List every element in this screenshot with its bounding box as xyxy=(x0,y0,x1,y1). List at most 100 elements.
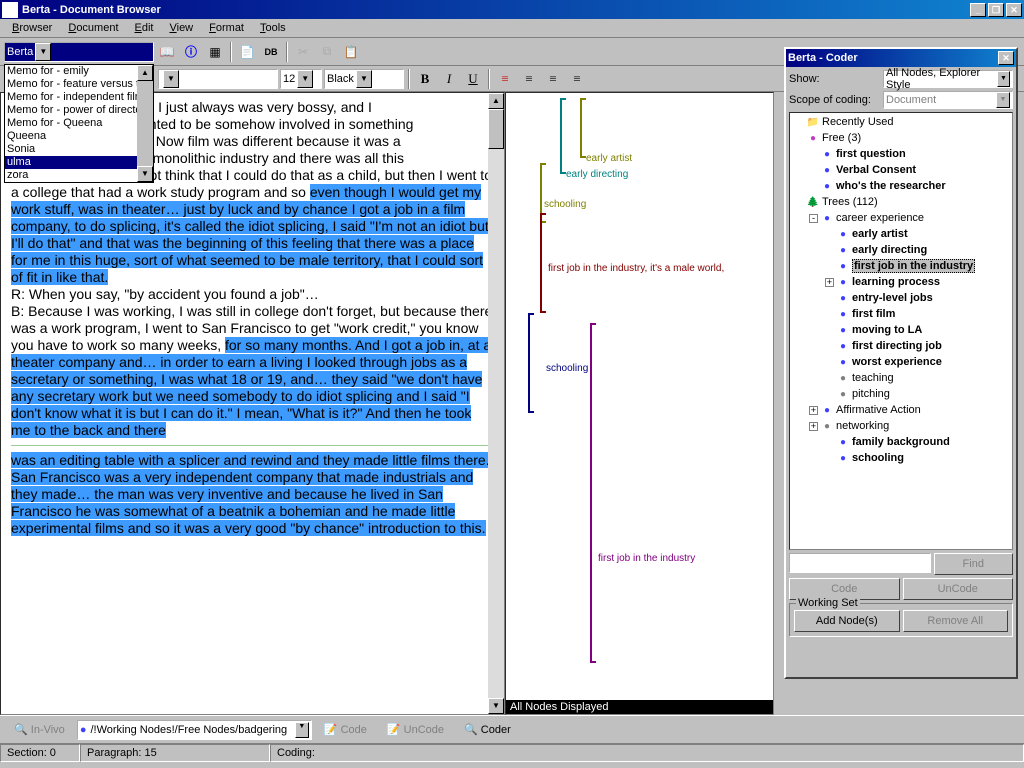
tree-node[interactable]: ●schooling xyxy=(791,450,1011,466)
align-justify-button[interactable]: ≡ xyxy=(566,68,588,90)
dropdown-item[interactable]: Memo for - independent film xyxy=(5,91,153,104)
code-stripe-label[interactable]: first job in the industry xyxy=(598,553,695,564)
font-size-combo[interactable]: 12▼ xyxy=(280,69,322,89)
code-stripe-label[interactable]: first job in the industry, it's a male w… xyxy=(548,263,724,274)
tree-node[interactable]: ●first directing job xyxy=(791,338,1011,354)
show-combo[interactable]: All Nodes, Explorer Style▼ xyxy=(883,70,1013,88)
menu-view[interactable]: View xyxy=(161,20,201,36)
find-button[interactable]: Find xyxy=(934,553,1014,575)
code-stripe-label[interactable]: schooling xyxy=(544,199,586,210)
close-button[interactable]: ✕ xyxy=(1006,3,1022,17)
remove-all-button[interactable]: Remove All xyxy=(903,610,1009,632)
tree-node[interactable]: 📁Recently Used xyxy=(791,114,1011,130)
dropdown-item[interactable]: Memo for - feature versus te xyxy=(5,78,153,91)
dropdown-item[interactable]: Memo for - emily xyxy=(5,65,153,78)
align-left-button[interactable]: ≡ xyxy=(494,68,516,90)
tree-node[interactable]: ●first job in the industry xyxy=(791,258,1011,274)
status-coding: Coding: xyxy=(270,744,1024,762)
tree-node[interactable]: 🌲Trees (112) xyxy=(791,194,1011,210)
info-icon[interactable]: ⓘ xyxy=(180,41,202,63)
font-color-combo[interactable]: Black▼ xyxy=(324,69,404,89)
app-icon xyxy=(2,2,18,18)
tree-node[interactable]: ●Free (3) xyxy=(791,130,1011,146)
dropdown-item[interactable]: Queena xyxy=(5,130,153,143)
bottom-code-button[interactable]: 📝 Code xyxy=(316,721,375,738)
find-input[interactable] xyxy=(789,553,931,573)
italic-button[interactable]: I xyxy=(438,68,460,90)
coder-title: Berta - Coder xyxy=(788,52,998,64)
coder-close-button[interactable]: ✕ xyxy=(998,51,1014,65)
font-combo[interactable]: ▼ xyxy=(158,69,278,89)
show-label: Show: xyxy=(789,73,879,85)
menu-browser[interactable]: Browser xyxy=(4,20,60,36)
tree-node[interactable]: ●family background xyxy=(791,434,1011,450)
tree-node[interactable]: +●learning process xyxy=(791,274,1011,290)
status-section: Section: 0 xyxy=(0,744,80,762)
minimize-button[interactable]: _ xyxy=(970,3,986,17)
menu-document[interactable]: Document xyxy=(60,20,126,36)
menu-format[interactable]: Format xyxy=(201,20,252,36)
color-grid-icon[interactable]: ▦ xyxy=(204,41,226,63)
coding-stripe-pane: early artist early directing schooling firs… xyxy=(505,92,774,715)
bold-button[interactable]: B xyxy=(414,68,436,90)
tree-node[interactable]: -●career experience xyxy=(791,210,1011,226)
bottom-toolbar: 🔍 In-Vivo ● /!Working Nodes!/Free Nodes/… xyxy=(0,715,1024,743)
main-titlebar: Berta - Document Browser _ ❐ ✕ xyxy=(0,0,1024,19)
window-title: Berta - Document Browser xyxy=(22,4,970,16)
dropdown-item[interactable]: zora xyxy=(5,169,153,182)
add-nodes-button[interactable]: Add Node(s) xyxy=(794,610,900,632)
tree-node[interactable]: ●teaching xyxy=(791,370,1011,386)
tree-node[interactable]: ●moving to LA xyxy=(791,322,1011,338)
bottom-uncode-button[interactable]: 📝 UnCode xyxy=(379,721,452,738)
code-stripe-label[interactable]: early directing xyxy=(566,169,628,180)
dropdown-item[interactable]: Memo for - Queena xyxy=(5,117,153,130)
align-right-button[interactable]: ≡ xyxy=(542,68,564,90)
document-pane[interactable]: w, I just always was very bossy, and Ian… xyxy=(0,92,505,715)
tree-node[interactable]: ●first film xyxy=(791,306,1011,322)
underline-button[interactable]: U xyxy=(462,68,484,90)
status-paragraph: Paragraph: 15 xyxy=(80,744,270,762)
code-stripe-label[interactable]: schooling xyxy=(546,363,588,374)
document-selector-value: Berta xyxy=(7,46,33,58)
bottom-coder-button[interactable]: 🔍 Coder xyxy=(456,721,519,738)
align-center-button[interactable]: ≡ xyxy=(518,68,540,90)
working-set-legend: Working Set xyxy=(796,597,860,609)
report-icon[interactable]: 📄 xyxy=(236,41,258,63)
code-stripe-label[interactable]: early artist xyxy=(586,153,632,164)
menu-tools[interactable]: Tools xyxy=(252,20,294,36)
db-icon[interactable]: DB xyxy=(260,41,282,63)
tree-node[interactable]: ●worst experience xyxy=(791,354,1011,370)
dropdown-item[interactable]: ulma xyxy=(5,156,153,169)
document-selector-combo[interactable]: Berta ▼ xyxy=(4,42,154,62)
tree-node[interactable]: ●first question xyxy=(791,146,1011,162)
working-set-group: Working Set Add Node(s) Remove All xyxy=(789,603,1013,637)
dropdown-item[interactable]: Sonia xyxy=(5,143,153,156)
node-tree[interactable]: 📁Recently Used●Free (3)●first question●V… xyxy=(789,112,1013,550)
menu-edit[interactable]: Edit xyxy=(127,20,162,36)
invivo-button[interactable]: 🔍 In-Vivo xyxy=(6,721,73,738)
coder-titlebar[interactable]: Berta - Coder ✕ xyxy=(786,49,1016,67)
document-scrollbar[interactable]: ▲▼ xyxy=(488,93,504,714)
uncode-button[interactable]: UnCode xyxy=(903,578,1014,600)
tree-node[interactable]: ●Verbal Consent xyxy=(791,162,1011,178)
tree-node[interactable]: ●pitching xyxy=(791,386,1011,402)
copy-icon[interactable]: ⧉ xyxy=(316,41,338,63)
tree-node[interactable]: +●Affirmative Action xyxy=(791,402,1011,418)
dropdown-item[interactable]: Memo for - power of director xyxy=(5,104,153,117)
tree-node[interactable]: ●who's the researcher xyxy=(791,178,1011,194)
status-bar: Section: 0 Paragraph: 15 Coding: xyxy=(0,743,1024,762)
tree-node[interactable]: ●early artist xyxy=(791,226,1011,242)
tree-node[interactable]: +●networking xyxy=(791,418,1011,434)
book-icon[interactable]: 📖 xyxy=(156,41,178,63)
chevron-down-icon[interactable]: ▼ xyxy=(35,43,51,61)
tree-node[interactable]: ●early directing xyxy=(791,242,1011,258)
maximize-button[interactable]: ❐ xyxy=(988,3,1004,17)
tree-node[interactable]: ●entry-level jobs xyxy=(791,290,1011,306)
codestrip-status: All Nodes Displayed xyxy=(506,700,773,714)
node-path-combo[interactable]: ● /!Working Nodes!/Free Nodes/badgering▼ xyxy=(77,720,312,740)
document-selector-dropdown[interactable]: Memo for - emilyMemo for - feature versu… xyxy=(4,64,154,183)
cut-icon[interactable]: ✂ xyxy=(292,41,314,63)
coder-panel: Berta - Coder ✕ Show: All Nodes, Explore… xyxy=(784,47,1018,679)
menu-bar: Browser Document Edit View Format Tools xyxy=(0,19,1024,38)
paste-icon[interactable]: 📋 xyxy=(340,41,362,63)
